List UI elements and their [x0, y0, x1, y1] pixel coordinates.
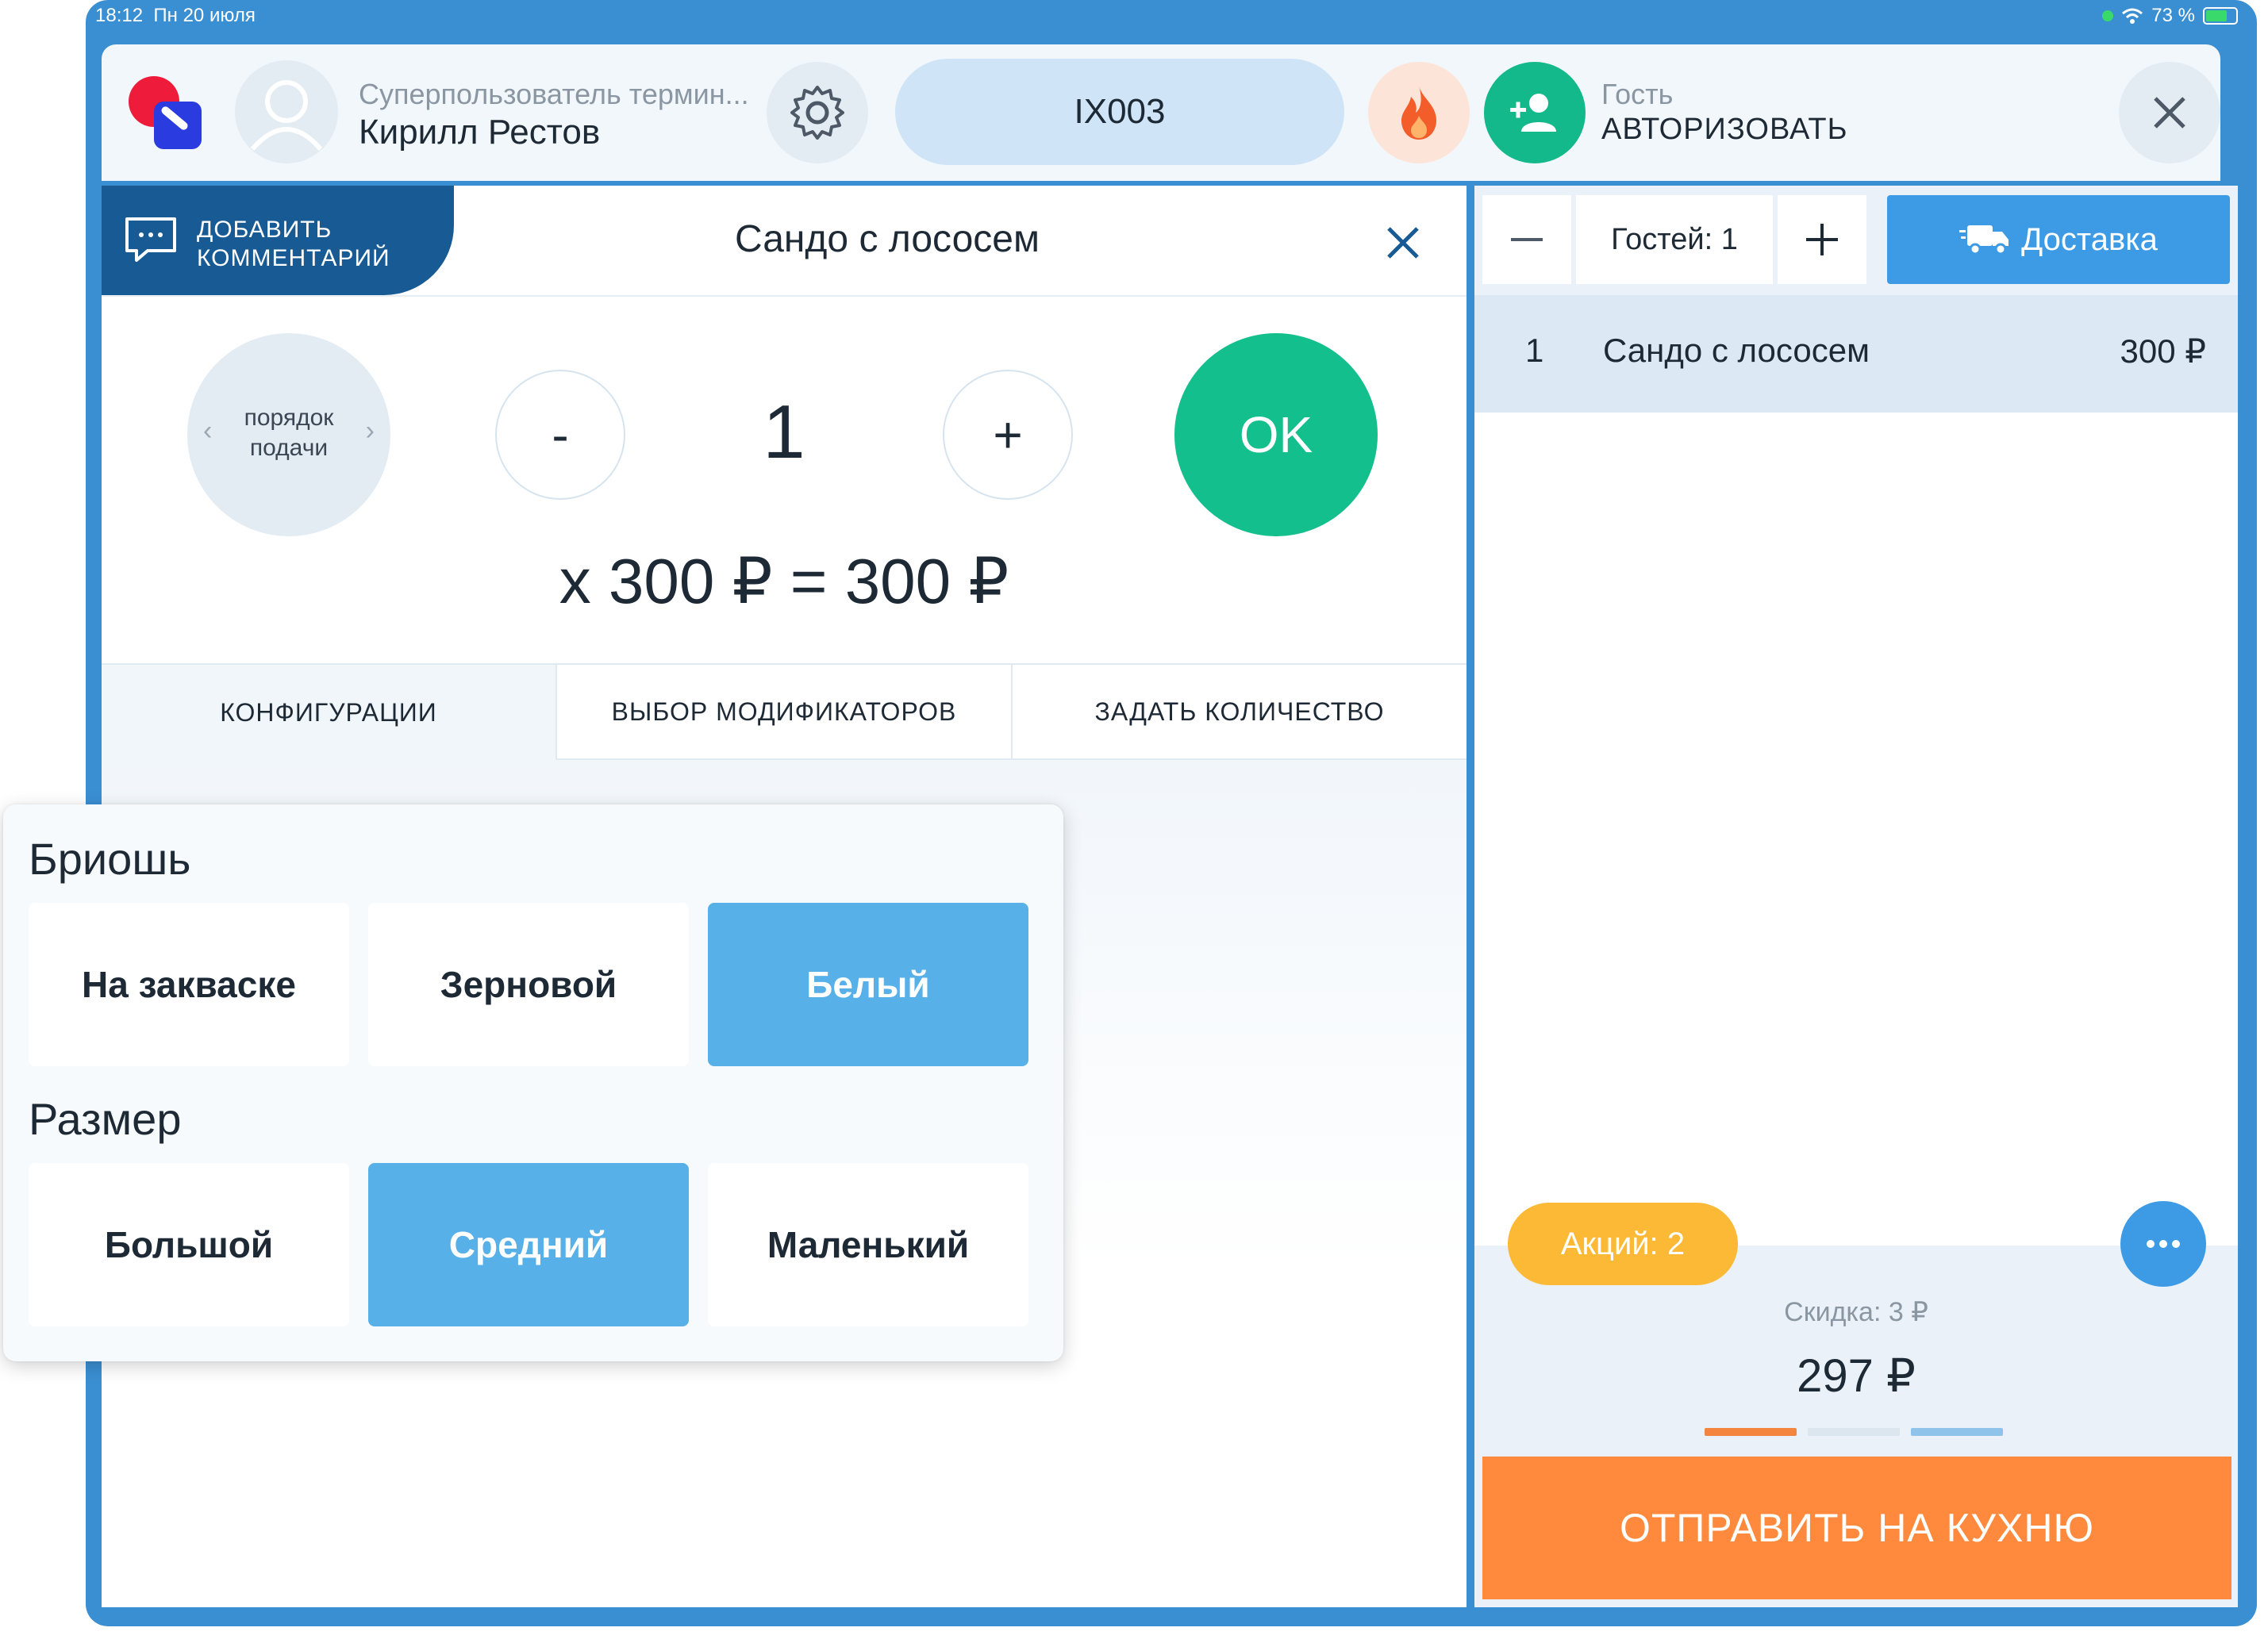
status-right: 73 %: [2102, 5, 2238, 27]
config-option-selected[interactable]: Средний: [368, 1163, 689, 1326]
config-option[interactable]: На закваске: [29, 903, 349, 1066]
status-time: 18:12 Пн 20 июля: [95, 5, 256, 26]
serving-order-button[interactable]: ‹ порядок подачи ›: [187, 333, 390, 536]
battery-icon: [2203, 7, 2238, 25]
order-item-number: 1: [1525, 332, 1544, 369]
settings-gear-icon: [790, 86, 844, 140]
chevron-right-icon: ›: [365, 416, 375, 446]
delivery-label: Доставка: [2021, 221, 2158, 257]
add-guest-icon: [1510, 94, 1556, 132]
configuration-popup: Бриошь На закваске Зерновой Белый Размер…: [3, 804, 1063, 1361]
order-panel: Гостей: 1 Доставка 1 Сандо с лососем 300…: [1474, 186, 2238, 1607]
guests-count: Гостей: 1: [1576, 195, 1773, 284]
screen: 18:12 Пн 20 июля 73 % Суперпользователь …: [0, 0, 2268, 1639]
plus-icon: [1806, 224, 1838, 255]
discount-label: Скидка: 3 ₽: [1784, 1297, 1928, 1327]
authorize-guest-link[interactable]: АВТОРИЗОВАТЬ: [1601, 113, 1848, 147]
delivery-button[interactable]: Доставка: [1887, 195, 2230, 284]
more-dots-icon: [2147, 1240, 2180, 1248]
minus-icon: [1511, 238, 1543, 241]
page-indicator: [1911, 1428, 2003, 1436]
config-option-selected[interactable]: Белый: [708, 903, 1028, 1066]
order-item-price: 300 ₽: [2120, 332, 2206, 370]
app-logo-icon: [129, 76, 205, 152]
order-total: 297 ₽: [1797, 1350, 1916, 1402]
config-option[interactable]: Большой: [29, 1163, 349, 1326]
delivery-truck-icon: [1959, 225, 2009, 255]
increase-quantity-button[interactable]: +: [943, 370, 1073, 500]
tab-modifiers[interactable]: ВЫБОР МОДИФИКАТОРОВ: [557, 665, 1013, 760]
guest-label: Гость: [1601, 78, 1674, 110]
serving-order-label: порядок подачи: [244, 405, 334, 461]
decrease-quantity-button[interactable]: -: [495, 370, 625, 500]
price-calculation: x 300 ₽ = 300 ₽: [559, 546, 1009, 616]
send-to-kitchen-button[interactable]: ОТПРАВИТЬ НА КУХНЮ: [1482, 1457, 2231, 1599]
ok-button[interactable]: OK: [1174, 333, 1378, 536]
guests-decrease-button[interactable]: [1482, 195, 1571, 284]
close-dish-button[interactable]: [1378, 217, 1428, 268]
more-options-button[interactable]: [2120, 1201, 2206, 1287]
close-icon: [2154, 97, 2185, 129]
config-group-title: Бриошь: [29, 834, 191, 884]
order-item-name: Сандо с лососем: [1603, 332, 1870, 369]
close-order-button[interactable]: [2119, 62, 2220, 163]
add-guest-button[interactable]: [1484, 62, 1586, 163]
user-silhouette-icon: [250, 80, 323, 151]
comment-icon: [125, 217, 176, 262]
tab-configurations[interactable]: КОНФИГУРАЦИИ: [102, 665, 557, 760]
order-item-row[interactable]: 1 Сандо с лососем 300 ₽: [1474, 295, 2238, 413]
page-indicator: [1808, 1428, 1900, 1436]
quantity-value: 1: [763, 390, 805, 474]
add-comment-label: ДОБАВИТЬ КОММЕНТАРИЙ: [197, 217, 390, 271]
user-avatar[interactable]: [235, 60, 338, 163]
divider: [102, 295, 1467, 297]
header-bar: Суперпользователь термин... Кирилл Ресто…: [102, 44, 2220, 181]
config-option[interactable]: Зерновой: [368, 903, 689, 1066]
fire-button[interactable]: [1368, 62, 1470, 163]
page-indicator: [1705, 1428, 1797, 1436]
settings-button[interactable]: [767, 62, 868, 163]
promotions-button[interactable]: Акций: 2: [1508, 1203, 1738, 1285]
add-comment-button[interactable]: ДОБАВИТЬ КОММЕНТАРИЙ: [102, 186, 454, 295]
user-name: Кирилл Рестов: [359, 113, 601, 152]
guests-increase-button[interactable]: [1778, 195, 1866, 284]
config-option[interactable]: Маленький: [708, 1163, 1028, 1326]
close-icon: [1387, 227, 1419, 259]
tab-set-quantity[interactable]: ЗАДАТЬ КОЛИЧЕСТВО: [1013, 665, 1467, 760]
recording-dot-icon: [2102, 10, 2114, 21]
status-bar: 18:12 Пн 20 июля 73 %: [86, 0, 2257, 33]
battery-percent: 73 %: [2151, 5, 2195, 26]
wifi-icon: [2122, 8, 2143, 24]
user-role: Суперпользователь термин...: [359, 78, 749, 110]
table-button[interactable]: IX003: [895, 59, 1344, 165]
editor-tabs: КОНФИГУРАЦИИ ВЫБОР МОДИФИКАТОРОВ ЗАДАТЬ …: [102, 663, 1467, 760]
config-group-title: Размер: [29, 1094, 182, 1144]
dish-title: Сандо с лососем: [735, 218, 1040, 260]
fire-icon: [1401, 86, 1436, 140]
